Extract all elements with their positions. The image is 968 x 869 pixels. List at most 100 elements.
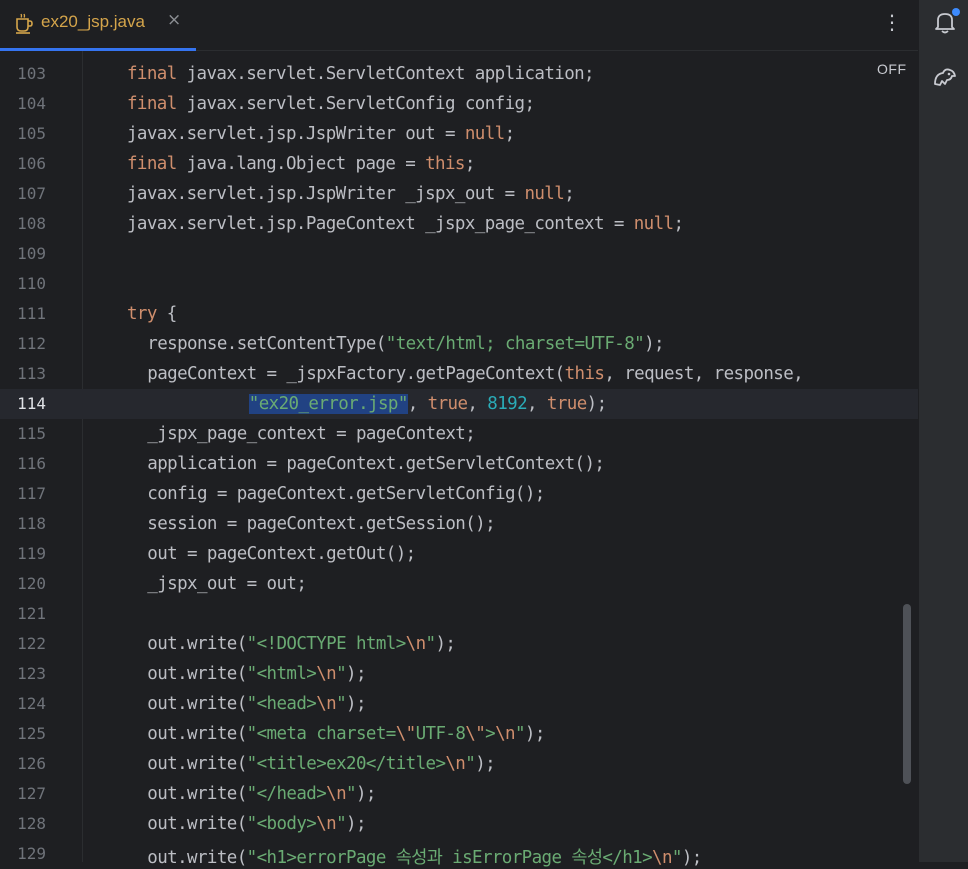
code-token: ); (346, 694, 366, 714)
code-text: out.write("</head>\n"); (147, 784, 376, 804)
code-line-126[interactable]: 126 out.write("<title>ex20</title>\n"); (0, 749, 918, 779)
inspection-status-label[interactable]: OFF (877, 61, 907, 77)
code-line-109[interactable]: 109 (0, 239, 918, 269)
line-number: 120 (17, 574, 46, 593)
code-token: ); (586, 394, 607, 414)
vertical-scrollbar-thumb[interactable] (903, 604, 911, 784)
code-line-110[interactable]: 110 (0, 269, 918, 299)
code-token: pageContext = _jspxFactory.getPageContex… (147, 364, 565, 384)
code-line-124[interactable]: 124 out.write("<head>\n"); (0, 689, 918, 719)
ai-assistant-icon[interactable] (931, 64, 959, 92)
code-token: final (127, 94, 177, 114)
code-token: > (485, 724, 496, 744)
code-token: ); (355, 784, 376, 804)
code-token: \n (316, 814, 337, 834)
code-line-104[interactable]: 104 final javax.servlet.ServletConfig con… (0, 89, 918, 119)
line-number: 113 (17, 364, 46, 383)
code-line-106[interactable]: 106 final java.lang.Object page = this; (0, 149, 918, 179)
code-token: \n (405, 634, 426, 654)
line-number: 112 (17, 334, 46, 353)
code-token: final (127, 154, 177, 174)
code-token: application = pageContext.getServletCont… (147, 454, 605, 474)
code-token: \n (652, 848, 672, 868)
line-number: 124 (17, 694, 46, 713)
line-number: 125 (17, 724, 46, 743)
code-editor[interactable]: 103 final javax.servlet.ServletContext ap… (0, 51, 918, 868)
code-token: _jspx_page_context = pageContext; (147, 424, 476, 444)
code-text: "ex20_error.jsp", true, 8192, true); (248, 394, 607, 414)
code-line-123[interactable]: 123 out.write("<html>\n"); (0, 659, 918, 689)
code-token: response.setContentType( (147, 334, 386, 354)
code-line-116[interactable]: 116 application = pageContext.getServletC… (0, 449, 918, 479)
code-line-113[interactable]: 113 pageContext = _jspxFactory.getPageCon… (0, 359, 918, 389)
code-token: java.lang.Object page = (176, 154, 426, 174)
code-line-115[interactable]: 115 _jspx_page_context = pageContext; (0, 419, 918, 449)
line-number: 110 (17, 274, 46, 293)
editor-tab-ex20-jsp-java[interactable]: ex20_jsp.java × (0, 0, 196, 51)
line-number: 126 (17, 754, 46, 773)
code-line-114[interactable]: 114 "ex20_error.jsp", true, 8192, true); (0, 389, 918, 419)
code-line-121[interactable]: 121 (0, 599, 918, 629)
code-text: try { (127, 304, 177, 324)
code-text: javax.servlet.jsp.JspWriter out = null; (127, 124, 515, 144)
code-token: " (336, 814, 347, 834)
code-text: out.write("<meta charset=\"UTF-8\">\n"); (147, 724, 545, 744)
code-line-112[interactable]: 112 response.setContentType("text/html; c… (0, 329, 918, 359)
code-text: out.write("<title>ex20</title>\n"); (147, 754, 495, 774)
code-line-122[interactable]: 122 out.write("<!DOCTYPE html>\n"); (0, 629, 918, 659)
code-token: out.write( (147, 814, 247, 834)
code-token: _jspx_out = out; (147, 574, 307, 594)
code-token: try (127, 304, 157, 324)
editor-tab-bar: ex20_jsp.java × ⋮ (0, 0, 918, 51)
code-line-125[interactable]: 125 out.write("<meta charset=\"UTF-8\">\n… (0, 719, 918, 749)
code-token: out.write( (147, 694, 247, 714)
code-token: out.write( (147, 784, 247, 804)
tab-label: ex20_jsp.java (41, 12, 145, 31)
line-number: 111 (17, 304, 46, 323)
code-text: config = pageContext.getServletConfig(); (147, 484, 545, 504)
code-token: out.write( (147, 724, 247, 744)
code-token: out = pageContext.getOut(); (147, 544, 416, 564)
line-number: 122 (17, 634, 46, 653)
java-coffee-icon (16, 13, 33, 34)
code-token: javax.servlet.jsp.JspWriter out = (127, 124, 465, 144)
line-number: 123 (17, 664, 46, 683)
code-line-108[interactable]: 108 javax.servlet.jsp.PageContext _jspx_p… (0, 209, 918, 239)
code-line-103[interactable]: 103 final javax.servlet.ServletContext ap… (0, 59, 918, 89)
code-text: final java.lang.Object page = this; (127, 154, 475, 174)
code-token: " (336, 694, 347, 714)
code-line-117[interactable]: 117 config = pageContext.getServletConfig… (0, 479, 918, 509)
code-line-127[interactable]: 127 out.write("</head>\n"); (0, 779, 918, 809)
code-line-118[interactable]: 118 session = pageContext.getSession(); (0, 509, 918, 539)
code-line-107[interactable]: 107 javax.servlet.jsp.JspWriter _jspx_out… (0, 179, 918, 209)
code-token: config = pageContext.getServletConfig(); (147, 484, 545, 504)
code-line-111[interactable]: 111 try { (0, 299, 918, 329)
code-line-120[interactable]: 120 _jspx_out = out; (0, 569, 918, 599)
code-token: this (564, 364, 605, 384)
notification-badge (952, 8, 960, 16)
code-token: ); (681, 848, 702, 868)
code-line-105[interactable]: 105 javax.servlet.jsp.JspWriter out = nul… (0, 119, 918, 149)
code-token: , request, response, (604, 364, 804, 384)
line-number: 127 (17, 784, 46, 803)
code-text: javax.servlet.jsp.JspWriter _jspx_out = … (127, 184, 575, 204)
line-number: 114 (17, 394, 46, 413)
code-line-129[interactable]: 129 out.write("<h1>errorPage 속성과 isErrorP… (0, 839, 918, 869)
code-line-128[interactable]: 128 out.write("<body>\n"); (0, 809, 918, 839)
code-text: _jspx_page_context = pageContext; (147, 424, 475, 444)
code-token: " (346, 784, 357, 804)
line-number: 107 (17, 184, 46, 203)
code-token: "</head> (246, 784, 327, 804)
code-token: { (156, 304, 178, 324)
code-text: application = pageContext.getServletCont… (147, 454, 605, 474)
code-token: out.write( (147, 634, 247, 654)
code-text: out.write("<!DOCTYPE html>\n"); (147, 634, 456, 654)
code-token: , (527, 394, 547, 414)
more-options-icon[interactable]: ⋮ (882, 10, 902, 34)
code-line-119[interactable]: 119 out = pageContext.getOut(); (0, 539, 918, 569)
line-number: 115 (17, 424, 46, 443)
close-tab-icon[interactable]: × (167, 10, 181, 30)
code-token: "<title>ex20</title> (246, 754, 446, 774)
code-token: null (464, 124, 505, 144)
code-text: pageContext = _jspxFactory.getPageContex… (147, 364, 803, 384)
